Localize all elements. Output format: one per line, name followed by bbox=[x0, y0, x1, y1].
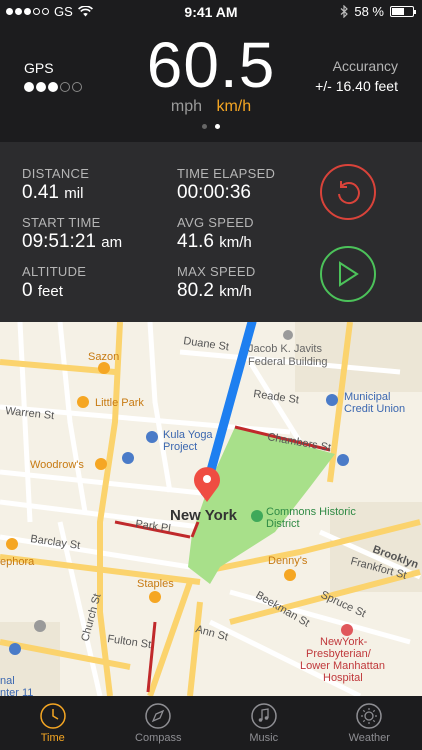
map-label-woodrows: Woodrow's bbox=[30, 459, 84, 471]
unit-kmh-button[interactable]: km/h bbox=[216, 98, 251, 115]
distance-unit: mil bbox=[64, 185, 84, 202]
restaurant-icon bbox=[98, 362, 110, 374]
reset-icon bbox=[338, 181, 360, 205]
map-label-nyp4: Hospital bbox=[323, 672, 363, 684]
map-label-ephora: ephora bbox=[0, 556, 35, 568]
map-label-javits1: Jacob K. Javits bbox=[248, 343, 322, 355]
map-label-commons1: Commons Historic bbox=[266, 506, 356, 518]
landmark-icon bbox=[283, 330, 293, 340]
bus-icon bbox=[337, 454, 349, 466]
altitude-stat: ALTITUDE 0 feet bbox=[22, 264, 86, 302]
altitude-unit: feet bbox=[37, 283, 63, 300]
shop-icon bbox=[149, 591, 161, 603]
altitude-value: 0 bbox=[22, 280, 33, 301]
bluetooth-icon bbox=[340, 5, 349, 18]
max-speed-label: MAX SPEED bbox=[177, 264, 256, 279]
tab-compass[interactable]: Compass bbox=[106, 696, 212, 750]
max-speed-value: 80.2 bbox=[177, 280, 214, 301]
accuracy-label: Accurancy bbox=[332, 58, 398, 74]
restaurant-icon bbox=[284, 569, 296, 581]
map-label-sazon: Sazon bbox=[88, 351, 119, 363]
battery-percent: 58 % bbox=[354, 4, 384, 19]
tab-time-label: Time bbox=[40, 732, 65, 744]
start-button[interactable] bbox=[320, 246, 376, 302]
avg-speed-value: 41.6 bbox=[177, 231, 214, 252]
map-label-nyp3: Lower Manhattan bbox=[300, 660, 385, 672]
map-label-municipal1: Municipal bbox=[344, 391, 390, 403]
map-label-municipal2: Credit Union bbox=[344, 403, 405, 415]
tab-compass-label: Compass bbox=[135, 732, 182, 744]
tab-bar: Time Compass Music Weather bbox=[0, 696, 422, 750]
speed-header: GPS 60.5 mph km/h Accurancy +/- 16.40 fe… bbox=[0, 24, 422, 142]
sun-icon bbox=[356, 703, 382, 729]
reset-button[interactable] bbox=[320, 164, 376, 220]
accuracy-value: +/- 16.40 feet bbox=[315, 78, 398, 94]
tab-music-label: Music bbox=[249, 732, 279, 744]
start-time-label: START TIME bbox=[22, 215, 101, 230]
tab-music[interactable]: Music bbox=[211, 696, 317, 750]
time-elapsed-stat: TIME ELAPSED 00:00:36 bbox=[177, 166, 275, 204]
bus-icon bbox=[122, 452, 134, 464]
map-label-nter: nter 11 bbox=[0, 687, 33, 696]
start-time-unit: am bbox=[101, 234, 123, 251]
avg-speed-stat: AVG SPEED 41.6 km/h bbox=[177, 215, 254, 253]
play-icon bbox=[339, 261, 359, 287]
map-label-javits2: Federal Building bbox=[248, 356, 328, 368]
map-label-commons2: District bbox=[266, 518, 300, 530]
route-map[interactable]: Duane St Jacob K. Javits Federal Buildin… bbox=[0, 322, 422, 696]
shop-icon bbox=[6, 538, 18, 550]
tab-time[interactable]: Time bbox=[0, 696, 106, 750]
restaurant-icon bbox=[77, 396, 89, 408]
fitness-icon bbox=[146, 431, 158, 443]
park-icon bbox=[251, 510, 263, 522]
transit-icon bbox=[9, 643, 21, 655]
map-label-nal: nal bbox=[0, 675, 15, 687]
hospital-icon bbox=[341, 624, 353, 636]
compass-icon bbox=[145, 703, 171, 729]
max-speed-unit: km/h bbox=[219, 283, 252, 300]
altitude-label: ALTITUDE bbox=[22, 264, 87, 279]
stats-panel: DISTANCE 0.41 mil TIME ELAPSED 00:00:36 … bbox=[0, 142, 422, 322]
restaurant-icon bbox=[95, 458, 107, 470]
battery-icon bbox=[390, 6, 416, 17]
start-time-stat: START TIME 09:51:21 am bbox=[22, 215, 122, 253]
bank-icon bbox=[326, 394, 338, 406]
apple-icon bbox=[34, 620, 46, 632]
music-icon bbox=[251, 703, 277, 729]
time-elapsed-value: 00:00:36 bbox=[177, 182, 251, 203]
map-label-nyp1: NewYork- bbox=[320, 636, 368, 648]
distance-stat: DISTANCE 0.41 mil bbox=[22, 166, 89, 204]
map-label-staples: Staples bbox=[137, 578, 174, 590]
status-right: 58 % bbox=[340, 4, 416, 19]
map-canvas[interactable]: Duane St Jacob K. Javits Federal Buildin… bbox=[0, 322, 422, 696]
map-label-kula1: Kula Yoga bbox=[163, 429, 213, 441]
time-elapsed-label: TIME ELAPSED bbox=[177, 166, 276, 181]
status-bar: GS 9:41 AM 58 % bbox=[0, 0, 422, 24]
map-label-kula2: Project bbox=[163, 441, 197, 453]
map-label-nyp2: Presbyterian/ bbox=[306, 648, 372, 660]
distance-value: 0.41 bbox=[22, 182, 59, 203]
max-speed-stat: MAX SPEED 80.2 km/h bbox=[177, 264, 256, 302]
start-time-value: 09:51:21 bbox=[22, 231, 96, 252]
tab-weather-label: Weather bbox=[348, 732, 390, 744]
unit-toggle: mph km/h bbox=[0, 98, 422, 116]
map-label-little-park: Little Park bbox=[95, 397, 144, 409]
distance-label: DISTANCE bbox=[22, 166, 90, 181]
map-label-dennys: Denny's bbox=[268, 555, 308, 567]
avg-speed-unit: km/h bbox=[219, 234, 252, 251]
page-indicator[interactable] bbox=[0, 124, 422, 129]
avg-speed-label: AVG SPEED bbox=[177, 215, 254, 230]
tab-weather[interactable]: Weather bbox=[317, 696, 422, 750]
unit-mph-button[interactable]: mph bbox=[171, 98, 202, 115]
map-label-newyork: New York bbox=[170, 507, 238, 524]
clock-icon bbox=[40, 703, 66, 729]
